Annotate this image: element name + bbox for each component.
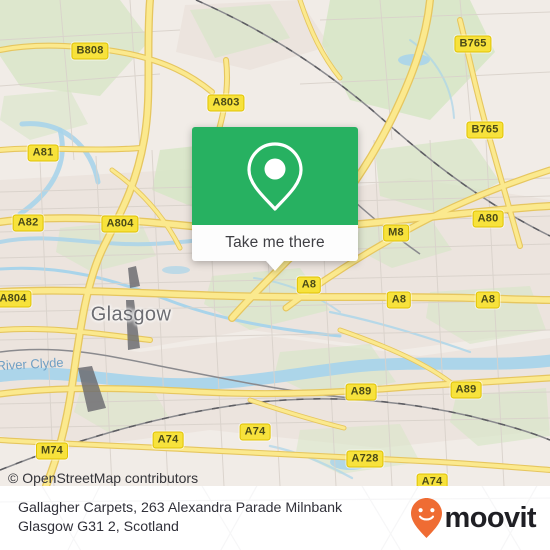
place-label-glasgow: Glasgow: [90, 303, 172, 326]
moovit-wordmark: moovit: [444, 501, 537, 534]
footer-content: Gallagher Carpets, 263 Alexandra Parade …: [0, 486, 550, 550]
road-shield[interactable]: A89: [345, 383, 377, 401]
footer-bar: Gallagher Carpets, 263 Alexandra Parade …: [0, 486, 550, 550]
road-shield[interactable]: B765: [466, 121, 504, 139]
popup-header: [192, 127, 358, 225]
road-shield[interactable]: A80: [472, 210, 504, 228]
map-screenshot: Glasgow River Clyde B808 A803 B765 B765 …: [0, 0, 550, 550]
road-shield[interactable]: A804: [0, 290, 32, 308]
address-block: Gallagher Carpets, 263 Alexandra Parade …: [18, 499, 342, 537]
road-shield[interactable]: A803: [207, 94, 245, 112]
road-shield[interactable]: A804: [101, 215, 139, 233]
road-shield[interactable]: B765: [454, 35, 492, 53]
road-shield[interactable]: A8: [296, 276, 322, 294]
popup-tail-pointer: [266, 261, 284, 271]
road-shield[interactable]: A8: [475, 291, 501, 309]
map-viewport[interactable]: Glasgow River Clyde B808 A803 B765 B765 …: [0, 0, 550, 486]
map-attribution[interactable]: © OpenStreetMap contributors: [8, 470, 198, 486]
moovit-logo[interactable]: moovit: [410, 497, 537, 539]
road-shield[interactable]: A8: [386, 291, 412, 309]
road-shield[interactable]: A82: [12, 214, 44, 232]
address-line-1: Gallagher Carpets, 263 Alexandra Parade …: [18, 500, 343, 516]
road-shield[interactable]: A74: [416, 473, 448, 486]
road-shield[interactable]: M8: [383, 224, 409, 242]
take-me-there-label: Take me there: [225, 234, 325, 251]
road-shield[interactable]: A81: [27, 144, 59, 162]
location-popup[interactable]: Take me there: [192, 127, 358, 271]
road-shield[interactable]: A74: [152, 431, 184, 449]
popup-footer[interactable]: Take me there: [192, 225, 358, 271]
map-pin-icon: [247, 142, 303, 211]
road-shield[interactable]: B808: [71, 42, 109, 60]
road-shield[interactable]: A728: [346, 450, 384, 468]
moovit-smiley-pin-icon: [410, 498, 442, 538]
road-shield[interactable]: A74: [239, 423, 271, 441]
road-shield[interactable]: A89: [450, 381, 482, 399]
address-line-2: Glasgow G31 2, Scotland: [18, 519, 179, 535]
road-shield[interactable]: M74: [36, 442, 68, 460]
